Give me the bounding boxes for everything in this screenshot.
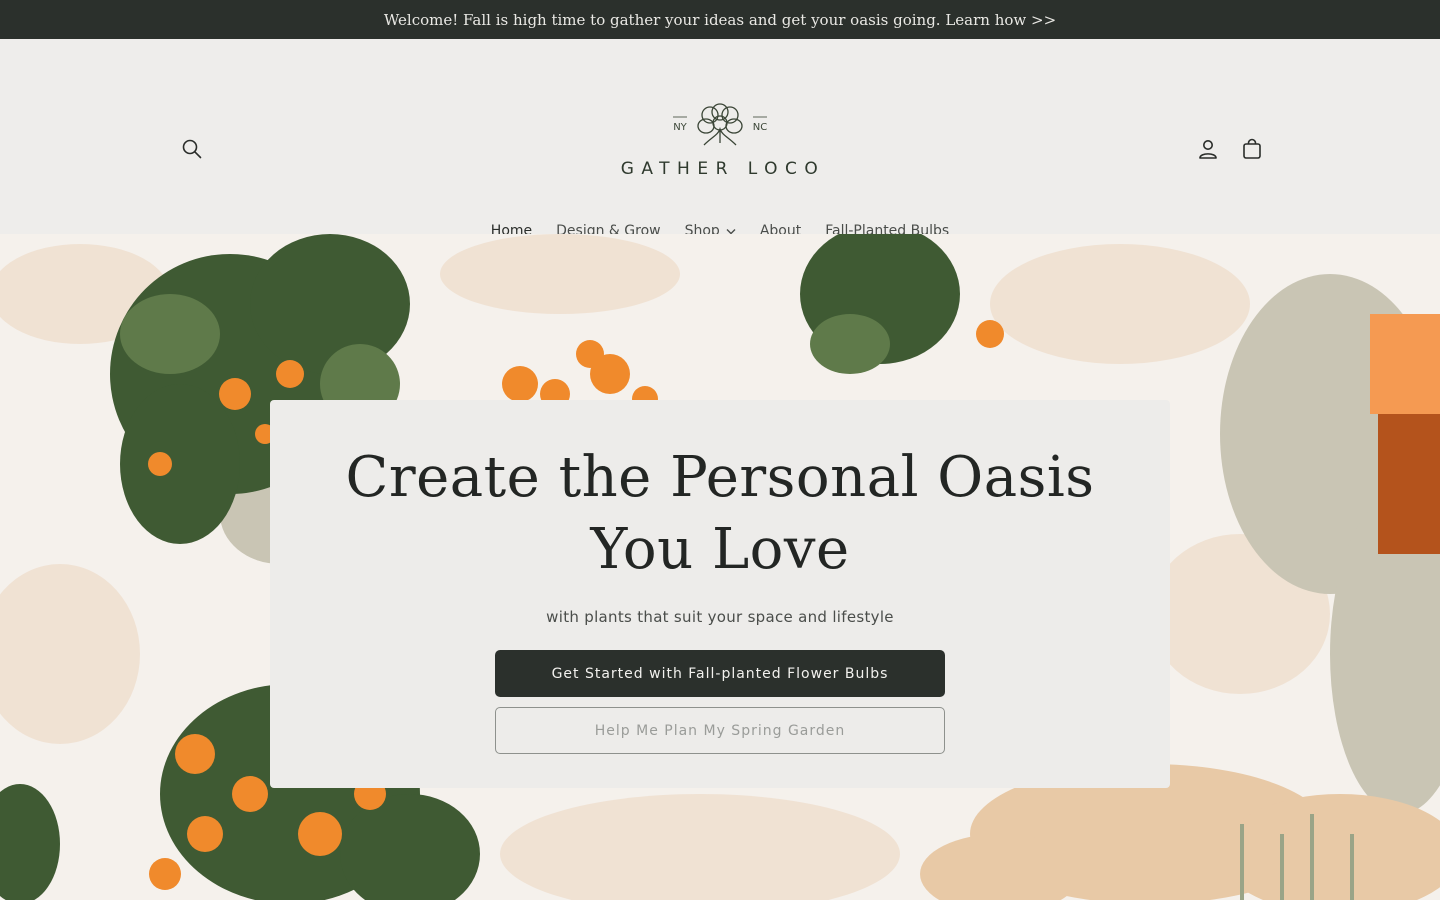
logo-wordmark: GATHER LOCO — [620, 159, 826, 179]
hero-card: Create the Personal Oasis You Love with … — [270, 400, 1170, 788]
announcement-bar: Welcome! Fall is high time to gather you… — [0, 0, 1440, 39]
hero-title: Create the Personal Oasis You Love — [345, 445, 1095, 582]
hero-banner: Create the Personal Oasis You Love with … — [0, 234, 1440, 900]
logo-badge-ny: NY — [673, 122, 687, 133]
shopping-bag-icon[interactable] — [1238, 135, 1266, 163]
site-header: NY NC GATHER LOCO Home Design & Grow Sho… — [0, 39, 1440, 239]
plan-garden-button[interactable]: Help Me Plan My Spring Garden — [495, 707, 945, 754]
logo-tree-icon: NY NC — [673, 103, 767, 146]
get-started-button[interactable]: Get Started with Fall-planted Flower Bul… — [495, 650, 945, 697]
user-icon[interactable] — [1194, 135, 1222, 163]
search-icon[interactable] — [178, 135, 206, 163]
logo-badge-nc: NC — [753, 122, 767, 133]
announcement-link[interactable]: Welcome! Fall is high time to gather you… — [384, 11, 1056, 29]
site-logo[interactable]: NY NC GATHER LOCO — [600, 99, 840, 199]
hero-subtitle: with plants that suit your space and lif… — [546, 608, 894, 626]
